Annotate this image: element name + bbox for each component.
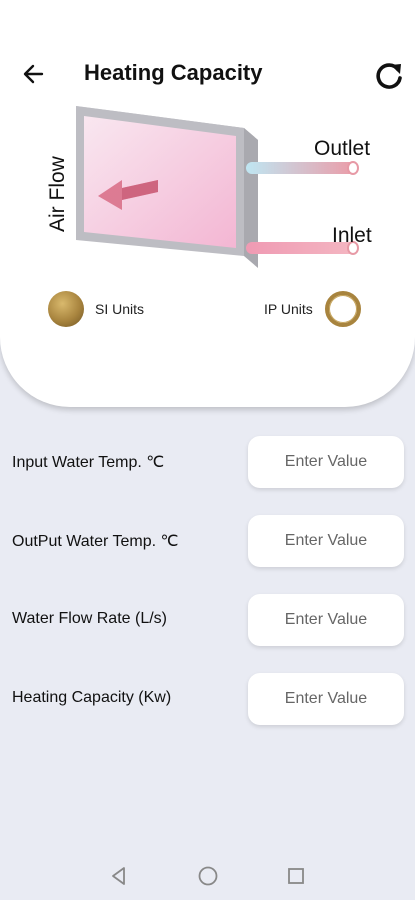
nav-home-button[interactable] [196,864,220,888]
coil-face [84,116,236,248]
airflow-label: Air Flow [46,155,69,232]
arrow-left-icon [23,64,44,84]
outlet-label: Outlet [314,137,370,160]
heating-coil-diagram: Air Flow Outlet Inlet [40,100,380,290]
heating-capacity-label: Heating Capacity (Kw) [12,689,172,706]
nav-recents-square-icon [288,868,304,884]
outlet-pipe [246,161,359,175]
heating-capacity-input[interactable] [248,673,404,725]
input-water-temp-input[interactable] [248,436,404,488]
back-button[interactable] [18,58,50,90]
inlet-label: Inlet [332,224,372,247]
output-water-temp-row: OutPut Water Temp. ℃ [0,515,415,569]
nav-recents-button[interactable] [284,864,308,888]
input-water-temp-label: Input Water Temp. ℃ [12,454,165,471]
heating-capacity-row: Heating Capacity (Kw) [0,673,415,727]
nav-back-triangle-icon [112,867,125,885]
output-water-temp-label: OutPut Water Temp. ℃ [12,533,179,550]
si-units-radio[interactable] [48,291,84,327]
ip-units-label: IP Units [264,301,313,317]
water-flow-rate-label: Water Flow Rate (L/s) [12,610,167,627]
output-water-temp-input[interactable] [248,515,404,567]
refresh-button[interactable] [371,58,407,94]
ip-units-radio[interactable] [324,291,361,327]
page-title: Heating Capacity [84,60,263,85]
refresh-icon [376,63,402,89]
nav-back-button[interactable] [107,864,131,888]
si-units-option[interactable]: SI Units [48,287,144,331]
si-units-label: SI Units [95,301,145,317]
nav-home-circle-icon [198,866,218,886]
water-flow-rate-input[interactable] [248,594,404,646]
ip-units-option[interactable]: IP Units [264,287,361,331]
input-water-temp-row: Input Water Temp. ℃ [0,436,415,490]
system-nav-bar [0,850,415,900]
water-flow-rate-row: Water Flow Rate (L/s) [0,594,415,648]
